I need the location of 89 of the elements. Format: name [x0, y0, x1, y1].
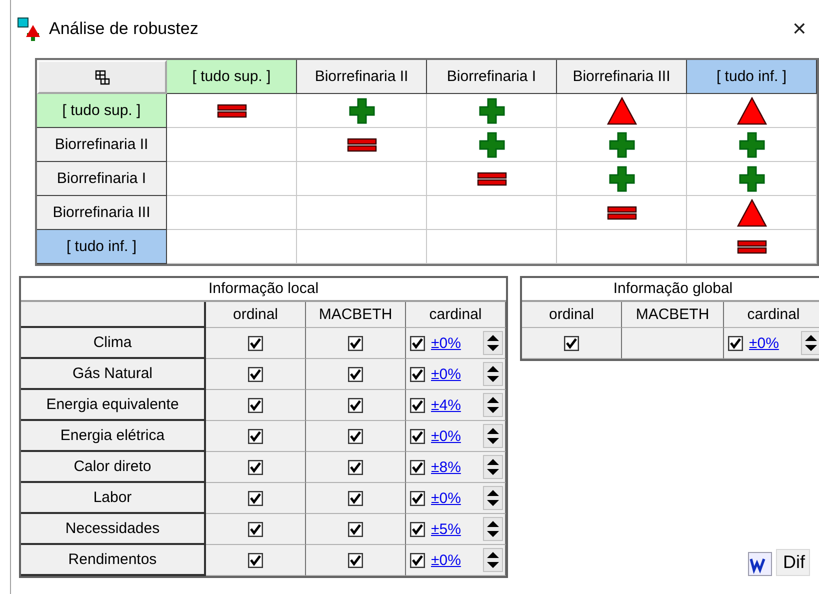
spin-button[interactable] [801, 331, 819, 355]
equal-icon [606, 206, 636, 220]
column-header: Biorrefinaria I [427, 60, 557, 94]
margin-link[interactable]: ±5% [431, 520, 461, 538]
margin-link[interactable]: ±8% [431, 458, 461, 476]
plus-icon [608, 166, 634, 192]
criterion-label: Calor direto [21, 452, 206, 483]
checkbox[interactable] [348, 398, 363, 412]
checkbox[interactable] [248, 398, 263, 412]
column-header: ordinal [206, 302, 306, 328]
equal-icon [216, 104, 246, 118]
word-icon[interactable] [748, 552, 772, 576]
checkbox[interactable] [248, 522, 263, 536]
checkbox[interactable] [248, 336, 263, 350]
checkbox[interactable] [348, 490, 363, 506]
checkbox[interactable] [248, 428, 263, 444]
margin-link[interactable]: ±0% [431, 552, 461, 568]
checkbox[interactable] [410, 552, 425, 568]
triangle-icon [736, 198, 766, 226]
column-header: [ tudo inf. ] [687, 60, 817, 94]
spin-button[interactable] [483, 362, 503, 386]
plus-icon [478, 132, 504, 158]
checkbox[interactable] [348, 552, 363, 568]
checkbox[interactable] [564, 336, 579, 350]
checkbox[interactable] [410, 428, 425, 444]
column-header: [ tudo sup. ] [167, 60, 297, 94]
spin-button[interactable] [483, 331, 503, 355]
checkbox[interactable] [348, 522, 363, 536]
column-header: cardinal [724, 302, 819, 328]
criterion-label: Rendimentos [21, 545, 206, 576]
checkbox[interactable] [348, 336, 363, 350]
triangle-icon [736, 96, 766, 124]
checkbox[interactable] [348, 428, 363, 444]
spin-button[interactable] [483, 393, 503, 417]
triangle-icon [606, 96, 636, 124]
checkbox[interactable] [410, 522, 425, 536]
checkbox[interactable] [728, 336, 743, 350]
spin-button[interactable] [483, 455, 503, 479]
column-header: ordinal [522, 302, 622, 328]
criterion-label: Energia equivalente [21, 390, 206, 421]
row-header: [ tudo sup. ] [37, 94, 167, 128]
column-header: Biorrefinaria III [557, 60, 687, 94]
criterion-label: Gás Natural [21, 359, 206, 390]
equal-icon [736, 240, 766, 254]
checkbox[interactable] [248, 460, 263, 474]
margin-link[interactable]: ±0% [431, 366, 461, 382]
spin-button[interactable] [483, 424, 503, 448]
plus-icon [348, 98, 374, 124]
column-header: Biorrefinaria II [297, 60, 427, 94]
checkbox[interactable] [348, 460, 363, 474]
row-header: Biorrefinaria III [37, 196, 167, 230]
margin-link[interactable]: ±0% [431, 428, 461, 444]
spin-button[interactable] [483, 486, 503, 510]
margin-link[interactable]: ±4% [431, 396, 461, 414]
spin-button[interactable] [483, 517, 503, 541]
row-header: Biorrefinaria I [37, 162, 167, 196]
checkbox[interactable] [348, 366, 363, 382]
plus-icon [738, 132, 764, 158]
checkbox[interactable] [248, 490, 263, 506]
grid-icon [94, 69, 110, 85]
plus-icon [738, 166, 764, 192]
column-header: MACBETH [622, 302, 724, 328]
spin-button[interactable] [483, 548, 503, 572]
plus-icon [608, 132, 634, 158]
checkbox[interactable] [248, 552, 263, 568]
margin-link[interactable]: ±0% [749, 334, 779, 352]
column-header: MACBETH [306, 302, 406, 328]
criterion-label: Necessidades [21, 514, 206, 545]
criterion-label: Clima [21, 328, 206, 359]
checkbox[interactable] [248, 366, 263, 382]
margin-link[interactable]: ±0% [431, 490, 461, 506]
window-title: Análise de robustez [49, 19, 200, 39]
criterion-label: Energia elétrica [21, 421, 206, 452]
criterion-label: Labor [21, 483, 206, 514]
checkbox[interactable] [410, 366, 425, 382]
app-icon [17, 17, 43, 41]
equal-icon [346, 138, 376, 152]
checkbox[interactable] [410, 336, 425, 350]
close-button[interactable]: ✕ [788, 18, 811, 40]
column-header: cardinal [406, 302, 506, 328]
checkbox[interactable] [410, 460, 425, 474]
row-header: [ tudo inf. ] [37, 230, 167, 264]
plus-icon [478, 98, 504, 124]
margin-link[interactable]: ±0% [431, 334, 461, 352]
equal-icon [476, 172, 506, 186]
checkbox[interactable] [410, 398, 425, 412]
dif-button[interactable]: Dif [776, 549, 810, 576]
row-header: Biorrefinaria II [37, 128, 167, 162]
checkbox[interactable] [410, 490, 425, 506]
